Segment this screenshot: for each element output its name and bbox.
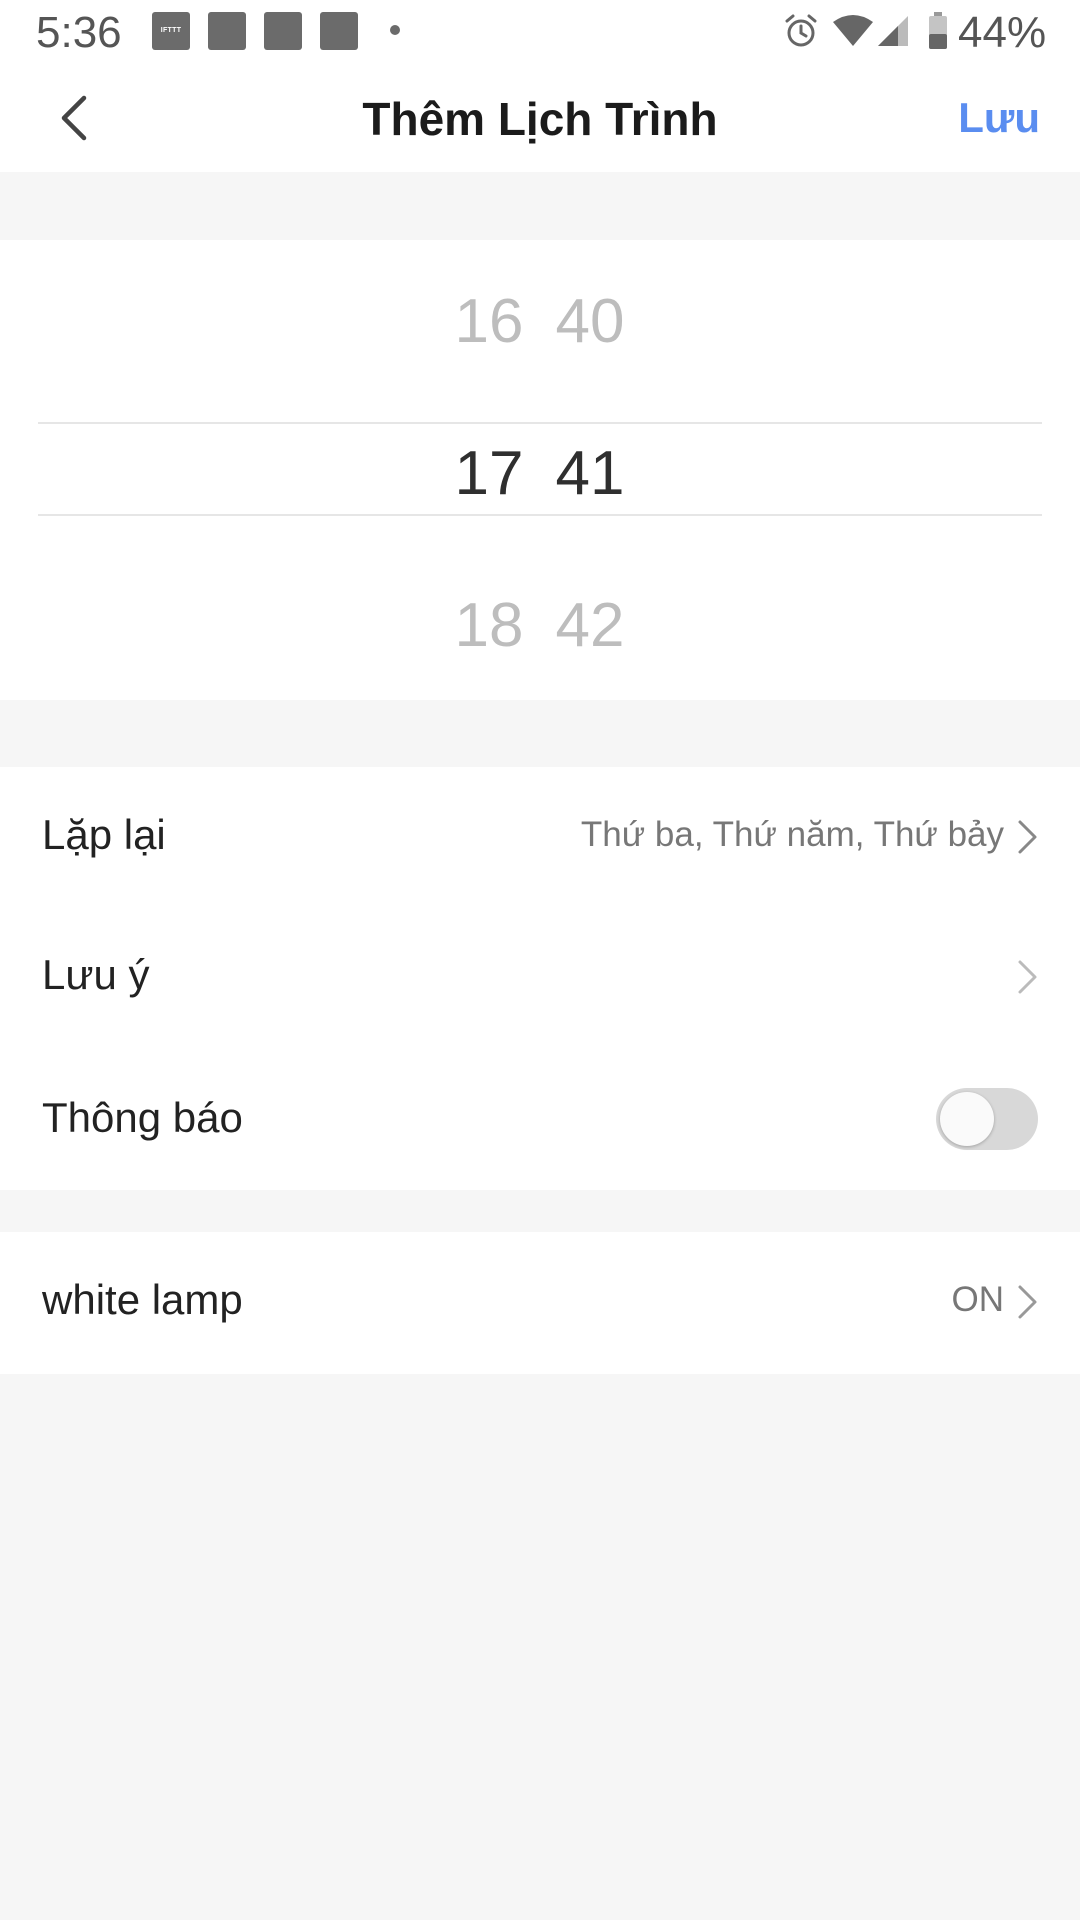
battery-icon bbox=[929, 12, 947, 49]
selection-divider-top bbox=[38, 422, 1042, 424]
device-name: white lamp bbox=[42, 1276, 243, 1323]
more-notifications-dot-icon bbox=[390, 25, 400, 35]
minute-option-selected[interactable]: 41 bbox=[540, 438, 640, 509]
hour-option-previous[interactable]: 16 bbox=[439, 286, 539, 357]
notification-icon bbox=[320, 12, 358, 50]
notification-icon bbox=[208, 12, 246, 50]
chevron-right-icon bbox=[1018, 1285, 1037, 1319]
selection-divider-bottom bbox=[38, 514, 1042, 516]
save-button[interactable]: Lưu bbox=[958, 94, 1040, 142]
notification-row: Thông báo bbox=[0, 1050, 1080, 1190]
chevron-right-icon bbox=[1018, 960, 1037, 994]
settings-list: Lặp lại Thứ ba, Thứ năm, Thứ bảy Lưu ý T… bbox=[0, 767, 1080, 1190]
note-row[interactable]: Lưu ý bbox=[0, 907, 1080, 1047]
chevron-right-icon bbox=[1018, 820, 1037, 854]
cell-signal-icon bbox=[878, 16, 908, 46]
hour-option-next[interactable]: 18 bbox=[439, 590, 539, 661]
battery-percent: 44% bbox=[958, 8, 1047, 57]
hour-option-selected[interactable]: 17 bbox=[439, 438, 539, 509]
status-bar: 5:36 IFTTT 44% bbox=[0, 0, 1080, 64]
page-title: Thêm Lịch Trình bbox=[362, 93, 718, 145]
repeat-row[interactable]: Lặp lại Thứ ba, Thứ năm, Thứ bảy bbox=[0, 767, 1080, 907]
alarm-clock-icon bbox=[785, 14, 817, 47]
wifi-icon bbox=[833, 15, 873, 46]
device-state: ON bbox=[951, 1280, 1005, 1319]
minute-option-previous[interactable]: 40 bbox=[540, 286, 640, 357]
device-row[interactable]: white lamp ON bbox=[0, 1232, 1080, 1374]
ifttt-notification-icon: IFTTT bbox=[152, 12, 190, 50]
app-bar: Thêm Lịch Trình Lưu bbox=[0, 64, 1080, 172]
repeat-value: Thứ ba, Thứ năm, Thứ bảy bbox=[580, 815, 1004, 854]
status-time: 5:36 bbox=[36, 8, 122, 57]
notification-toggle[interactable] bbox=[936, 1088, 1038, 1150]
time-picker[interactable]: 16 17 18 40 41 42 bbox=[0, 240, 1080, 700]
repeat-label: Lặp lại bbox=[42, 811, 166, 858]
minute-option-next[interactable]: 42 bbox=[540, 590, 640, 661]
toggle-knob bbox=[940, 1092, 994, 1146]
notification-label: Thông báo bbox=[42, 1094, 243, 1141]
notification-icon bbox=[264, 12, 302, 50]
note-label: Lưu ý bbox=[42, 951, 150, 998]
